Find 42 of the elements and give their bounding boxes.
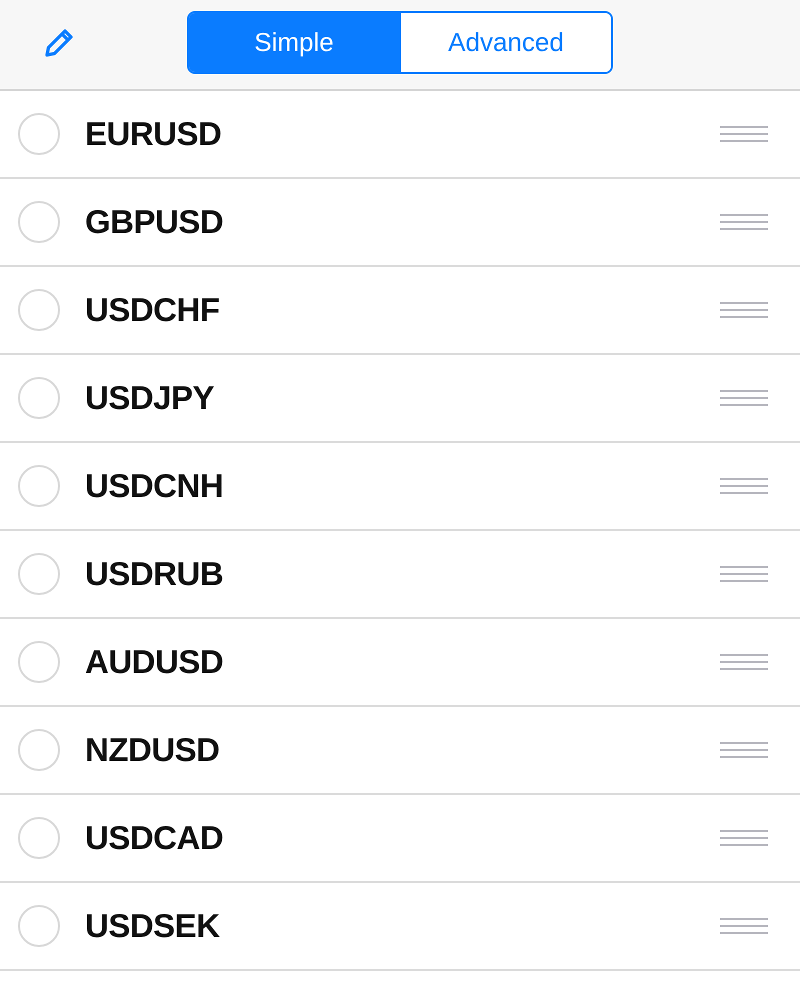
symbol-name: USDCNH	[85, 467, 224, 505]
symbol-row[interactable]: NZDUSD	[0, 707, 800, 795]
symbol-name: AUDUSD	[85, 643, 224, 681]
select-radio[interactable]	[18, 113, 60, 155]
symbol-row[interactable]: USDJPY	[0, 355, 800, 443]
symbol-row[interactable]: EURUSD	[0, 91, 800, 179]
symbol-name: EURUSD	[85, 115, 222, 153]
select-radio[interactable]	[18, 553, 60, 595]
symbol-row[interactable]: USDCAD	[0, 795, 800, 883]
segment-tab[interactable]: Simple	[189, 13, 399, 72]
select-radio[interactable]	[18, 817, 60, 859]
symbol-name: GBPUSD	[85, 203, 224, 241]
symbol-name: NZDUSD	[85, 731, 220, 769]
select-radio[interactable]	[18, 465, 60, 507]
select-radio[interactable]	[18, 641, 60, 683]
drag-handle-icon[interactable]	[720, 565, 768, 583]
symbol-name: USDCAD	[85, 819, 224, 857]
drag-handle-icon[interactable]	[720, 829, 768, 847]
symbol-name: USDJPY	[85, 379, 216, 417]
select-radio[interactable]	[18, 377, 60, 419]
symbol-row[interactable]: AUDUSD	[0, 619, 800, 707]
drag-handle-icon[interactable]	[720, 917, 768, 935]
symbol-name: USDSEK	[85, 907, 221, 945]
drag-handle-icon[interactable]	[720, 125, 768, 143]
symbol-row[interactable]: GBPUSD	[0, 179, 800, 267]
select-radio[interactable]	[18, 289, 60, 331]
drag-handle-icon[interactable]	[720, 389, 768, 407]
symbol-row[interactable]: USDRUB	[0, 531, 800, 619]
segment-tab[interactable]: Advanced	[399, 13, 611, 72]
select-radio[interactable]	[18, 905, 60, 947]
symbol-row[interactable]: USDSEK	[0, 883, 800, 971]
drag-handle-icon[interactable]	[720, 301, 768, 319]
symbol-name: USDCHF	[85, 291, 220, 329]
drag-handle-icon[interactable]	[720, 213, 768, 231]
drag-handle-icon[interactable]	[720, 477, 768, 495]
symbol-name: USDRUB	[85, 555, 224, 593]
symbol-row[interactable]: USDCHF	[0, 267, 800, 355]
drag-handle-icon[interactable]	[720, 653, 768, 671]
drag-handle-icon[interactable]	[720, 741, 768, 759]
symbol-row[interactable]: USDCNH	[0, 443, 800, 531]
select-radio[interactable]	[18, 729, 60, 771]
select-radio[interactable]	[18, 201, 60, 243]
